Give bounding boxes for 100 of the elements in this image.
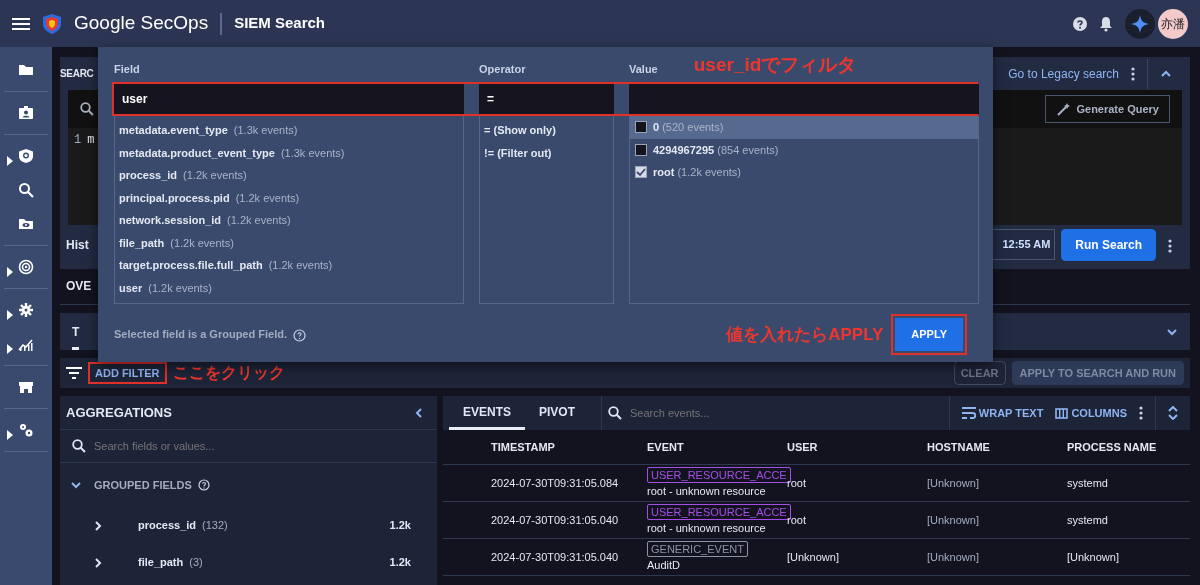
column-header: EVENT xyxy=(647,439,685,455)
folder-eye-icon[interactable] xyxy=(18,216,34,232)
field-input[interactable]: user xyxy=(114,84,464,114)
columns-icon xyxy=(1055,407,1069,419)
expand-icon[interactable] xyxy=(92,519,104,532)
operator-option[interactable]: != (Filter out) xyxy=(480,141,613,164)
checkbox[interactable] xyxy=(635,143,647,156)
value-option[interactable]: 0 (520 events) xyxy=(630,116,978,139)
grouped-field-note: Selected field is a Grouped Field. xyxy=(114,327,287,342)
operator-input[interactable]: = xyxy=(479,84,614,114)
value-option[interactable]: root (1.2k events) xyxy=(630,161,978,184)
search-icon[interactable] xyxy=(18,182,34,198)
column-header: HOSTNAME xyxy=(927,439,991,455)
table-cell-text: 2024-07-30T09:31:05.040 xyxy=(491,549,620,565)
store-icon[interactable] xyxy=(18,379,34,395)
field-option[interactable]: principal.process.pid (1.2k events) xyxy=(115,186,463,209)
bell-icon[interactable] xyxy=(1099,15,1113,32)
radar-icon[interactable] xyxy=(18,259,34,275)
expand-collapse-icon[interactable] xyxy=(1168,406,1178,421)
field-option[interactable]: target.process.file.full_path (1.2k events) xyxy=(115,254,463,277)
table-cell-text: systemd xyxy=(1067,475,1109,491)
field-option[interactable]: metadata.event_type (1.3k events) xyxy=(115,119,463,142)
id-badge-icon[interactable] xyxy=(18,105,34,121)
caret-icon[interactable] xyxy=(7,155,13,166)
caret-icon[interactable] xyxy=(7,266,13,277)
filter-icon[interactable] xyxy=(66,367,82,380)
gear-icon[interactable] xyxy=(18,302,34,318)
event-description: AuditD xyxy=(647,557,681,573)
results-tab[interactable]: OVE xyxy=(66,277,92,296)
field-option[interactable]: metadata.product_event_type (1.3k events) xyxy=(115,141,463,164)
checkbox[interactable] xyxy=(635,166,647,179)
field-option[interactable]: network.session_id (1.2k events) xyxy=(115,209,463,232)
app-brand: Google SecOps xyxy=(74,11,209,36)
column-header: PROCESS NAME xyxy=(1067,439,1158,455)
field-name: file_path xyxy=(138,555,184,571)
wrap-text-button[interactable]: WRAP TEXT xyxy=(961,404,1044,422)
query-text: m xyxy=(87,132,95,149)
table-cell-text: [Unknown] xyxy=(927,475,980,491)
line-number: 1 xyxy=(74,132,82,149)
value-input[interactable] xyxy=(629,84,979,114)
event-description: root - unknown resource xyxy=(647,483,766,499)
field-label: Field xyxy=(114,62,141,77)
caret-icon[interactable] xyxy=(7,309,13,320)
panel-title: AGGREGATIONS xyxy=(66,403,172,422)
user-avatar[interactable]: 亦潘 xyxy=(1158,8,1188,39)
field-option[interactable]: file_path (1.2k events) xyxy=(115,231,463,254)
generate-query-button[interactable]: Generate Query xyxy=(1045,94,1170,124)
menu-icon[interactable] xyxy=(12,16,30,31)
help-icon xyxy=(197,479,210,492)
checkbox[interactable] xyxy=(635,121,647,134)
field-count: (3) xyxy=(189,555,203,571)
run-search-button[interactable]: Run Search xyxy=(1061,228,1156,261)
columns-button[interactable]: COLUMNS xyxy=(1055,404,1127,422)
column-header: USER xyxy=(787,439,819,455)
tab[interactable]: EVENTS xyxy=(449,396,525,430)
magic-wand-icon xyxy=(1056,102,1071,116)
table-cell-text: 2024-07-30T09:31:05.084 xyxy=(491,475,620,491)
table-cell-text: [Unknown] xyxy=(787,549,840,565)
annotation-text: ここをクリック xyxy=(172,363,285,384)
more-icon[interactable] xyxy=(1139,406,1143,421)
search-icon xyxy=(72,439,86,454)
column-header: TIMESTAMP xyxy=(491,439,556,455)
shield-search-icon[interactable] xyxy=(18,148,34,164)
history-label: Hist xyxy=(66,236,89,254)
page-title: SIEM Search xyxy=(234,13,325,34)
collapse-icon[interactable] xyxy=(413,407,425,420)
help-icon xyxy=(293,328,306,342)
table-cell-text: systemd xyxy=(1067,512,1109,528)
folder-icon[interactable] xyxy=(18,62,34,78)
card-tab[interactable]: T xyxy=(72,323,80,351)
value-option[interactable]: 4294967295 (854 events) xyxy=(630,138,978,161)
caret-icon[interactable] xyxy=(7,343,13,354)
search-icon xyxy=(608,406,623,421)
annotation-text: user_idでフィルタ xyxy=(693,55,857,74)
field-total: 1.2k xyxy=(389,555,411,571)
field-option[interactable]: user (1.2k events) xyxy=(115,276,463,299)
value-label: Value xyxy=(629,62,658,77)
add-filter-button[interactable]: ADD FILTER xyxy=(88,361,167,385)
table-cell-text: [Unknown] xyxy=(927,512,980,528)
help-icon[interactable] xyxy=(1073,16,1087,31)
search-field[interactable]: Search fields or values... xyxy=(92,436,392,456)
operator-label: Operator xyxy=(479,62,527,77)
annotation-text: 値を入れたらAPPLY xyxy=(726,323,884,346)
shield-logo-icon xyxy=(42,12,62,35)
field-name: process_id xyxy=(138,518,197,534)
caret-icon[interactable] xyxy=(7,429,13,440)
more-icon[interactable] xyxy=(1131,66,1135,81)
group-label: GROUPED FIELDS xyxy=(94,477,192,493)
sparkle-icon[interactable] xyxy=(1125,8,1155,39)
more-icon[interactable] xyxy=(1168,238,1172,253)
panel-title: SEARC xyxy=(60,67,94,81)
operator-option[interactable]: = (Show only) xyxy=(480,119,613,142)
search-field[interactable]: Search events... xyxy=(628,403,889,423)
legacy-search-link[interactable]: Go to Legacy search xyxy=(1008,64,1119,83)
field-option[interactable]: process_id (1.2k events) xyxy=(115,164,463,187)
expand-icon[interactable] xyxy=(92,556,104,569)
event-type-tag: GENERIC_EVENT xyxy=(647,540,748,557)
table-cell-text: 2024-07-30T09:31:05.040 xyxy=(491,512,620,528)
field-count: (132) xyxy=(202,518,228,534)
tab[interactable]: PIVOT xyxy=(525,396,590,430)
